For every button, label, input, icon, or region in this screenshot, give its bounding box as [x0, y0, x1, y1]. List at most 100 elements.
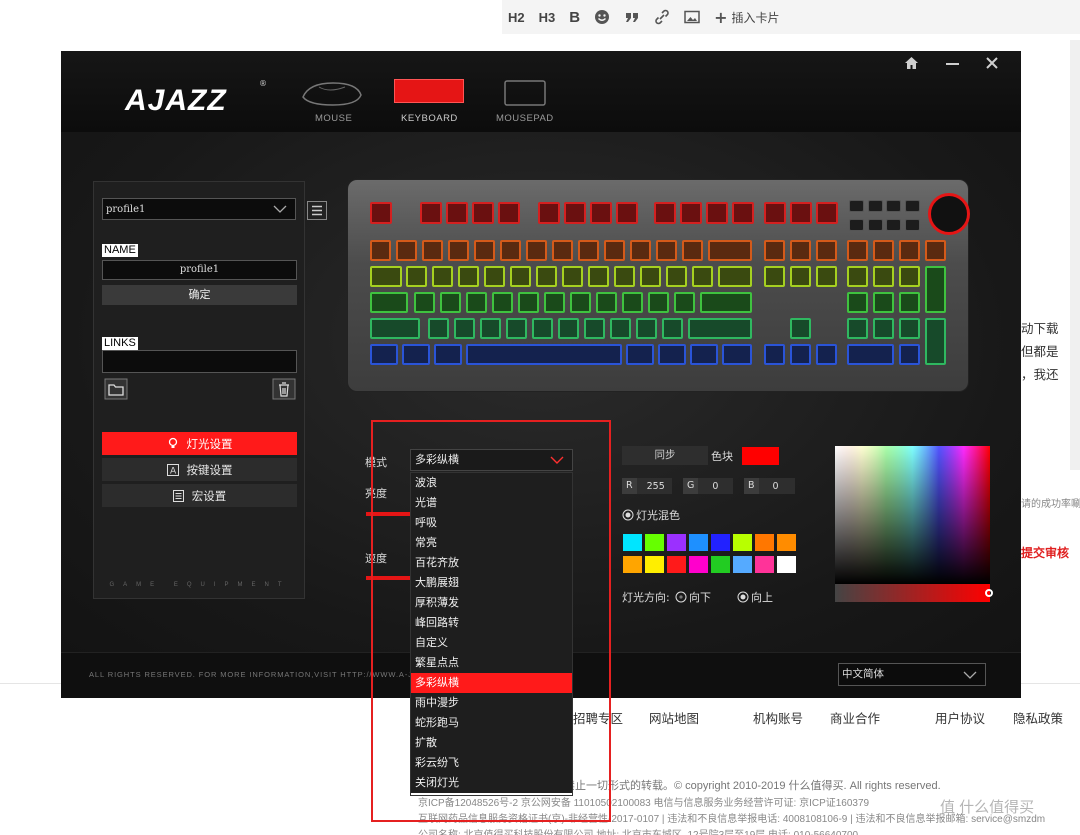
- confirm-button[interactable]: 确定: [102, 285, 297, 305]
- mousepad-icon: [504, 80, 546, 106]
- mode-option[interactable]: 波浪: [411, 473, 572, 493]
- screen: H2 H3 B + 插入卡片 动下载 但都是 ，我还 请的成功率唰 提交审核 招聘…: [0, 0, 1080, 835]
- keyboard-key: [472, 202, 494, 224]
- footer-link-agreement[interactable]: 用户协议: [935, 708, 985, 727]
- palette-swatch[interactable]: [667, 556, 686, 573]
- chevron-down-icon: [963, 671, 977, 679]
- profile-name-input[interactable]: profile1: [102, 260, 297, 280]
- h3-button[interactable]: H3: [539, 10, 556, 25]
- nav-mouse[interactable]: MOUSE: [297, 77, 367, 124]
- trash-icon[interactable]: [272, 378, 296, 400]
- keyboard-key: [816, 240, 837, 261]
- link-icon[interactable]: [654, 9, 670, 25]
- keyboard-key: [656, 240, 677, 261]
- home-icon[interactable]: [904, 56, 919, 70]
- menu-macro[interactable]: 宏设置: [102, 484, 297, 507]
- page-scrollbar[interactable]: [1070, 40, 1080, 470]
- submit-review-link[interactable]: 提交审核: [1021, 544, 1069, 561]
- footer-link-sitemap[interactable]: 网站地图: [649, 708, 699, 727]
- direction-down-option[interactable]: 向下: [675, 589, 711, 605]
- mode-option[interactable]: 光谱: [411, 493, 572, 513]
- r-input[interactable]: R 255: [622, 478, 672, 494]
- keyboard-key: [532, 318, 553, 339]
- profile-select[interactable]: profile1: [102, 198, 296, 220]
- footer-link-jobs[interactable]: 招聘专区: [573, 708, 623, 727]
- palette-swatch[interactable]: [645, 556, 664, 573]
- mode-option[interactable]: 繁星点点: [411, 653, 572, 673]
- mode-option[interactable]: 常亮: [411, 533, 572, 553]
- keyboard-key: [722, 344, 752, 365]
- palette-swatch[interactable]: [733, 556, 752, 573]
- footer-link-privacy[interactable]: 隐私政策: [1013, 708, 1063, 727]
- quote-icon[interactable]: [624, 9, 640, 25]
- mode-select[interactable]: 多彩纵横: [410, 449, 573, 471]
- watermark: 值 什么值得买: [940, 799, 1035, 816]
- footer-link-institution[interactable]: 机构账号: [753, 708, 803, 727]
- g-input[interactable]: G0: [683, 478, 733, 494]
- mode-option[interactable]: 蛇形跑马: [411, 713, 572, 733]
- mode-option[interactable]: 峰回路转: [411, 613, 572, 633]
- sync-button[interactable]: 同步: [622, 446, 708, 465]
- menu-key-settings[interactable]: A 按键设置: [102, 458, 297, 481]
- current-color-swatch[interactable]: [742, 447, 779, 465]
- keyboard-key: [847, 292, 868, 313]
- palette-swatch[interactable]: [645, 534, 664, 551]
- mode-dropdown-list: 波浪 光谱 呼吸 常亮 百花齐放 大鹏展翅 厚积薄发 峰回路转 自定义 繁星点点 多彩纵横 雨中漫步蛇…: [410, 472, 573, 796]
- palette-swatch[interactable]: [689, 534, 708, 551]
- insert-card-button[interactable]: + 插入卡片: [714, 8, 779, 27]
- color-spectrum[interactable]: [835, 446, 990, 584]
- palette-swatch[interactable]: [711, 534, 730, 551]
- palette-swatch[interactable]: [689, 556, 708, 573]
- palette-swatch[interactable]: [777, 534, 796, 551]
- mode-option[interactable]: 扩散: [411, 733, 572, 753]
- mode-option[interactable]: 彩云纷飞: [411, 753, 572, 773]
- keyboard-key: [692, 266, 713, 287]
- keyboard-key: [680, 202, 702, 224]
- keyboard-key: [414, 292, 435, 313]
- mode-option[interactable]: 厚积薄发: [411, 593, 572, 613]
- keyboard-key: [847, 344, 894, 365]
- bold-button[interactable]: B: [569, 9, 580, 26]
- slider-handle[interactable]: [985, 589, 993, 597]
- palette-swatch[interactable]: [667, 534, 686, 551]
- mode-option[interactable]: 自定义: [411, 633, 572, 653]
- mode-option[interactable]: 百花齐放: [411, 553, 572, 573]
- hamburger-menu-icon[interactable]: [307, 201, 327, 220]
- nav-mousepad[interactable]: MOUSEPAD: [493, 77, 565, 124]
- mode-option[interactable]: 雨中漫步: [411, 693, 572, 713]
- mix-color-option[interactable]: 灯光混色: [622, 507, 680, 523]
- h2-button[interactable]: H2: [508, 10, 525, 25]
- palette-swatch[interactable]: [755, 556, 774, 573]
- links-input[interactable]: [102, 350, 297, 373]
- folder-icon[interactable]: [104, 378, 128, 400]
- media-key: [849, 200, 864, 212]
- minimize-icon[interactable]: [946, 63, 959, 65]
- palette-swatch[interactable]: [733, 534, 752, 551]
- language-select[interactable]: 中文简体: [838, 663, 986, 686]
- mode-option[interactable]: 关闭灯光: [411, 773, 572, 793]
- mode-option[interactable]: 多彩纵横: [411, 673, 572, 693]
- palette-swatch[interactable]: [623, 556, 642, 573]
- palette-swatch[interactable]: [711, 556, 730, 573]
- keyboard-key: [790, 344, 811, 365]
- direction-up-option[interactable]: 向上: [737, 589, 773, 605]
- palette-swatch[interactable]: [755, 534, 774, 551]
- palette-swatch[interactable]: [623, 534, 642, 551]
- keyboard-key: [570, 292, 591, 313]
- close-icon[interactable]: [986, 57, 998, 69]
- menu-lighting[interactable]: 灯光设置: [102, 432, 297, 455]
- color-intensity-slider[interactable]: [835, 584, 993, 602]
- speed-slider[interactable]: [366, 576, 410, 580]
- palette-swatch[interactable]: [777, 556, 796, 573]
- footer-link-business[interactable]: 商业合作: [830, 708, 880, 727]
- emoji-icon[interactable]: [594, 9, 610, 25]
- brightness-slider[interactable]: [366, 512, 410, 516]
- nav-keyboard[interactable]: KEYBOARD: [391, 79, 467, 125]
- mode-option[interactable]: 大鹏展翅: [411, 573, 572, 593]
- keyboard-key: [925, 266, 946, 313]
- b-input[interactable]: B0: [744, 478, 795, 494]
- image-icon[interactable]: [684, 9, 700, 25]
- keyboard-key: [662, 318, 683, 339]
- mode-option[interactable]: 呼吸: [411, 513, 572, 533]
- keyboard-key: [596, 292, 617, 313]
